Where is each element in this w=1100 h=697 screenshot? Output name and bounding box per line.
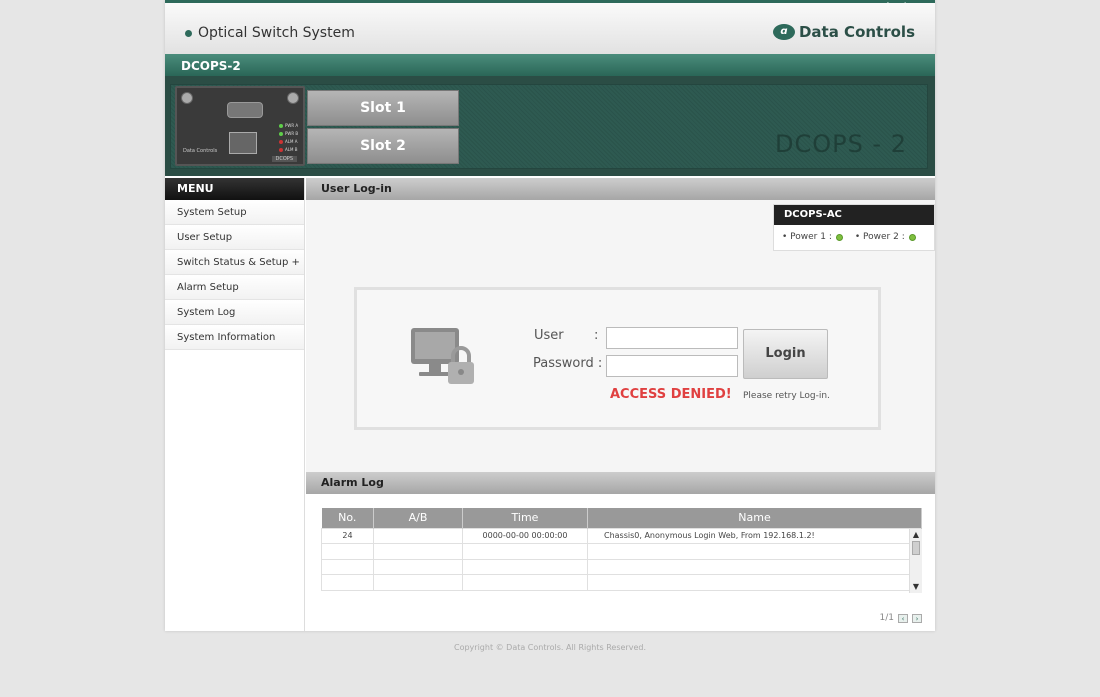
pagination: 1/1 ‹ › — [880, 613, 922, 623]
power-2-led-icon — [908, 233, 916, 241]
retry-message: Please retry Log-in. — [743, 391, 830, 401]
table-scrollbar[interactable]: ▲ ▼ — [909, 529, 922, 593]
table-row: 24 0000-00-00 00:00:00 Chassis0, Anonymo… — [321, 527, 922, 544]
model-watermark: DCOPS - 2 — [774, 130, 907, 158]
bullet-icon — [185, 29, 192, 37]
prev-page-icon[interactable]: ‹ — [898, 613, 908, 623]
password-input[interactable] — [606, 355, 738, 377]
table-row — [321, 543, 922, 560]
scroll-up-icon[interactable]: ▲ — [910, 529, 922, 541]
menu-item-system-log[interactable]: System Log — [165, 300, 304, 325]
user-label: User — [534, 328, 564, 343]
screw-icon — [287, 92, 299, 104]
brand-mark-icon: ɑ — [772, 24, 795, 40]
menu-item-switch-status-setup[interactable]: Switch Status & Setup + — [165, 250, 304, 275]
column-header-name: Name — [587, 508, 922, 528]
login-box: User : Password : Login ACCESS DENIED! P… — [354, 287, 881, 430]
power-box-title: DCOPS-AC — [774, 205, 934, 225]
main-content: User Log-in DCOPS-AC • Power 1 : • Power… — [306, 178, 935, 631]
copyright-footer: Copyright © Data Controls. All Rights Re… — [453, 643, 646, 652]
menu-item-user-setup[interactable]: User Setup — [165, 225, 304, 250]
menu-item-system-setup[interactable]: System Setup — [165, 200, 304, 225]
menu-header: MENU — [165, 178, 304, 200]
scroll-down-icon[interactable]: ▼ — [910, 581, 922, 593]
power-1-status: • Power 1 : — [782, 232, 843, 242]
power-status-row: • Power 1 : • Power 2 : — [774, 225, 934, 249]
led-pwr-b-icon — [279, 132, 283, 136]
power-1-label: • Power 1 : — [782, 232, 832, 242]
module-label: DCOPS — [271, 156, 297, 162]
user-input[interactable] — [606, 327, 738, 349]
led-alm-b-icon — [279, 148, 283, 152]
column-header-time: Time — [462, 508, 588, 528]
slot-1-button[interactable]: Slot 1 — [307, 90, 459, 126]
cell-ab — [373, 527, 463, 544]
led-pwr-a-icon — [279, 124, 283, 128]
scroll-thumb[interactable] — [912, 541, 920, 555]
monitor-lock-icon — [411, 328, 474, 384]
power-status-box: DCOPS-AC • Power 1 : • Power 2 : — [773, 204, 935, 251]
system-title: Optical Switch System — [185, 25, 355, 41]
page-indicator: 1/1 — [879, 613, 894, 623]
system-title-text: Optical Switch System — [198, 25, 355, 41]
alarm-section-title: Alarm Log — [306, 472, 935, 494]
cell-no: 24 — [321, 527, 374, 544]
chassis-view: PWR A PWR B ALM A ALM B Data Controls DC… — [165, 76, 935, 176]
cell-name: Chassis0, Anonymous Login Web, From 192.… — [587, 527, 922, 544]
cell-time: 0000-00-00 00:00:00 — [462, 527, 588, 544]
password-label: Password : — [533, 356, 603, 371]
control-module: PWR A PWR B ALM A ALM B Data Controls DC… — [175, 86, 305, 166]
alarm-log-table: No. A/B Time Name 24 0000-00-00 00:00:00… — [321, 508, 922, 591]
led-label: ALM B — [285, 147, 298, 152]
led-label: ALM A — [285, 139, 298, 144]
screw-icon — [181, 92, 193, 104]
menu-item-alarm-setup[interactable]: Alarm Setup — [165, 275, 304, 300]
table-row — [321, 574, 922, 591]
serial-port-icon — [227, 102, 263, 118]
login-button[interactable]: Login — [743, 329, 828, 379]
menu-item-system-information[interactable]: System Information — [165, 325, 304, 350]
power-1-led-icon — [835, 233, 843, 241]
brand-logo: ɑ Data Controls — [772, 23, 915, 41]
led-alm-a-icon — [279, 140, 283, 144]
slot-2-button[interactable]: Slot 2 — [307, 128, 459, 164]
power-2-label: • Power 2 : — [854, 232, 905, 242]
header: Optical Switch System ɑ Data Controls — [165, 3, 935, 54]
login-section-title: User Log-in — [306, 178, 935, 200]
user-label-colon: : — [594, 328, 599, 343]
next-page-icon[interactable]: › — [912, 613, 922, 623]
brand-name: Data Controls — [798, 23, 915, 41]
page-container: Log-in Optical Switch System ɑ Data Cont… — [165, 0, 935, 631]
login-area: DCOPS-AC • Power 1 : • Power 2 : User: … — [306, 200, 935, 472]
table-row — [321, 558, 922, 575]
sidebar: MENU System Setup User Setup Switch Stat… — [165, 178, 305, 631]
table-header-row: No. A/B Time Name — [321, 508, 922, 528]
power-2-status: • Power 2 : — [855, 232, 916, 242]
module-brand: Data Controls — [183, 148, 218, 154]
column-header-ab: A/B — [373, 508, 463, 528]
led-label: PWR A — [285, 123, 299, 128]
led-label: PWR B — [285, 131, 299, 136]
alarm-log-area: No. A/B Time Name 24 0000-00-00 00:00:00… — [306, 496, 935, 631]
model-bar: DCOPS-2 — [165, 54, 935, 76]
ethernet-port-icon — [229, 132, 257, 154]
access-denied-message: ACCESS DENIED! — [610, 387, 732, 402]
column-header-no: No. — [321, 508, 374, 528]
